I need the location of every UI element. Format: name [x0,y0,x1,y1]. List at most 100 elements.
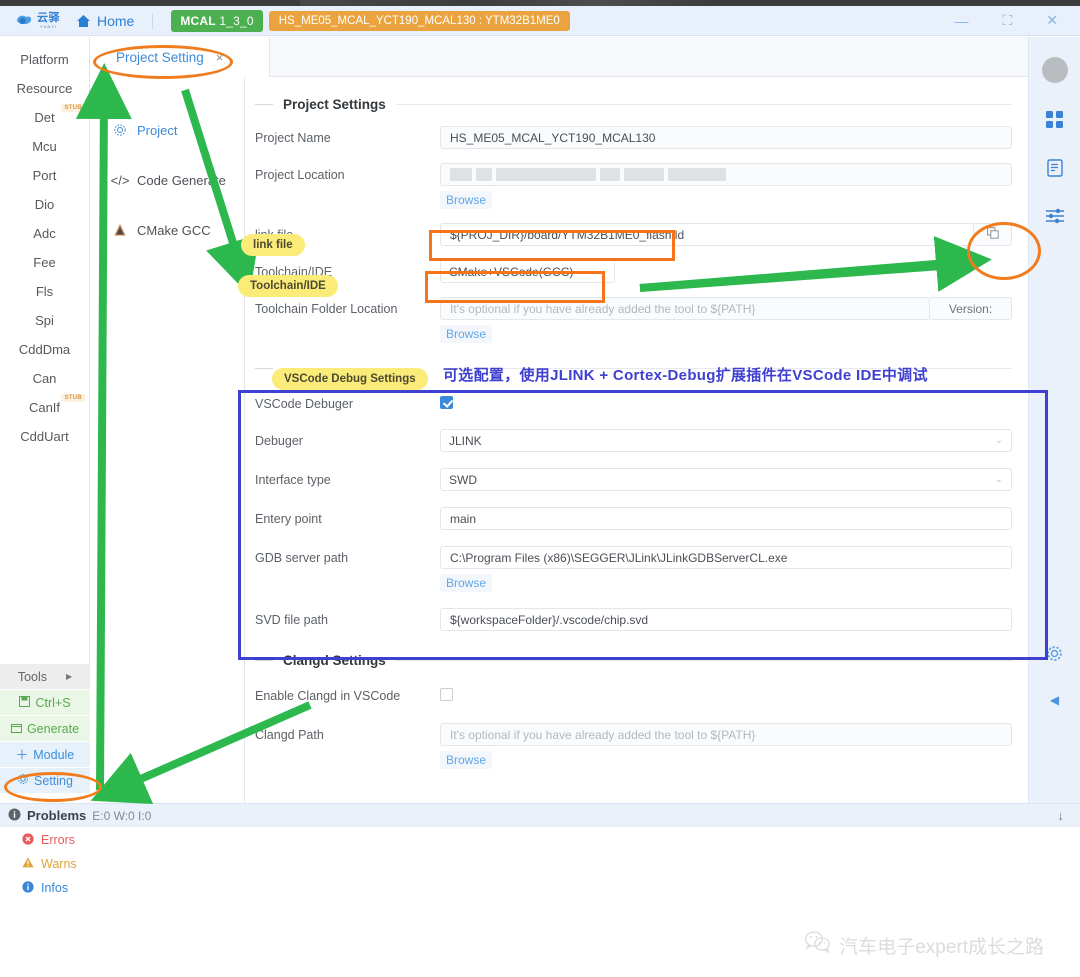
field-label: link file [255,228,294,242]
logo-text-sub: YUNYI [39,23,58,29]
field-label: Enable Clangd in VSCode [255,689,401,703]
debuger-select[interactable]: JLINK ⌄ [440,429,1012,452]
toolchain-ide-select[interactable]: CMake+VSCode(GCC) ⌄ [440,260,615,283]
problems-bar[interactable]: Problems E:0 W:0 I:0 ↓ [0,803,1080,827]
field-label: Toolchain Folder Location [255,302,398,316]
module-label: Port [32,168,57,183]
app-logo[interactable]: 云驿 YUNYI [14,12,60,30]
gdb-server-path-input[interactable]: C:\Program Files (x86)\SEGGER\JLink\JLin… [440,546,1012,569]
logo-text: 云驿 YUNYI [37,12,60,29]
mcal-badge-name: MCAL [180,13,216,28]
setting-label: Setting [34,773,73,788]
gear-icon[interactable] [1046,645,1063,665]
module-item-can[interactable]: Can [0,364,89,393]
module-item-fls[interactable]: Fls [0,277,89,306]
warns-label: Warns [41,857,77,871]
clangd-path-input[interactable]: It's optional if you have already added … [440,723,1012,746]
module-item-port[interactable]: Port [0,161,89,190]
section-dash [255,104,273,105]
save-icon [19,690,31,716]
tab-project-setting[interactable]: Project Setting × [90,37,270,77]
module-item-spi[interactable]: Spi [0,306,89,335]
tools-button[interactable]: Tools ▶ [0,664,90,690]
toolchain-ide-value: CMake+VSCode(GCC) [449,264,574,279]
close-button[interactable]: ✕ [1046,12,1058,29]
stub-badge: STUB [61,104,85,112]
problems-row-errors[interactable]: Errors [0,828,300,852]
module-label: CddDma [18,342,71,357]
field-row-gdb-server-path: GDB server path C:\Program Files (x86)\S… [245,546,1028,592]
right-icon-rail: ◀ [1028,37,1080,803]
field-label: Debuger [255,434,303,448]
add-module-button[interactable]: ＋ Module [0,742,90,768]
save-button[interactable]: Ctrl+S [0,690,90,716]
svd-file-path-input[interactable]: ${workspaceFolder}/.vscode/chip.svd [440,608,1012,631]
module-label: Mcu [32,139,57,154]
section-line [395,104,1012,105]
maximize-button[interactable]: ⛶ [1002,12,1012,29]
collapse-left-icon[interactable]: ◀ [1050,693,1059,707]
section-dash [255,660,273,661]
grid-icon[interactable] [1046,111,1063,131]
document-icon[interactable] [1046,159,1063,180]
project-location-input[interactable] [440,163,1012,186]
left-action-buttons: Tools ▶ Ctrl+S Generate ＋ Module Setting [0,664,90,794]
module-item-cdduart[interactable]: CddUart [0,422,89,451]
module-item-platform[interactable]: Platform [0,45,89,74]
problems-row-warns[interactable]: Warns [0,852,300,876]
gear-icon [112,123,128,137]
gdb-server-path-browse-button[interactable]: Browse [440,574,493,592]
problems-title: Problems [27,808,87,823]
sliders-icon[interactable] [1045,208,1064,227]
mcal-badge-version: 1_3_0 [219,13,254,28]
module-item-adc[interactable]: Adc [0,219,89,248]
tab-label: Project Setting [116,49,204,65]
tree-item-project[interactable]: Project [90,105,244,155]
field-row-toolchain-ide: Toolchain/IDE CMake+VSCode(GCC) ⌄ [245,260,1028,283]
module-item-fee[interactable]: Fee [0,248,89,277]
watermark-text: 汽车电子expert成长之路 [839,936,1044,958]
module-list: Platform Resource Det STUB Mcu Port Dio … [0,37,90,664]
title-bar: 云驿 YUNYI Home MCAL 1_3_0 HS_ME05_MCAL_YC… [0,6,1080,36]
problems-row-infos[interactable]: Infos [0,876,300,900]
wechat-icon [805,931,831,959]
module-item-mcu[interactable]: Mcu [0,132,89,161]
module-item-canif[interactable]: CanIf STUB [0,393,89,422]
gear-icon [17,768,29,794]
field-row-svd-file-path: SVD file path ${workspaceFolder}/.vscode… [245,608,1028,631]
home-button[interactable]: Home [76,13,134,29]
settings-form: Project Settings Project Name HS_ME05_MC… [245,77,1028,803]
module-label: Det [34,110,55,125]
toolchain-folder-browse-button[interactable]: Browse [440,325,493,343]
setting-button[interactable]: Setting [0,768,90,794]
module-item-det[interactable]: Det STUB [0,103,89,132]
vscode-debuger-checkbox[interactable] [440,396,453,409]
interface-type-select[interactable]: SWD ⌄ [440,468,1012,491]
tab-close-icon[interactable]: × [216,50,224,65]
chevron-down-icon: ⌄ [994,474,1003,485]
mcal-version-badge[interactable]: MCAL 1_3_0 [171,9,263,32]
entery-point-input[interactable]: main [440,507,1012,530]
copy-button[interactable] [974,223,1012,246]
module-item-dio[interactable]: Dio [0,190,89,219]
project-location-browse-button[interactable]: Browse [440,191,493,209]
clangd-path-browse-button[interactable]: Browse [440,751,493,769]
avatar[interactable] [1041,57,1068,83]
tree-item-label: Project [137,122,178,138]
tree-item-code-generate[interactable]: </> Code Generate [90,155,244,205]
module-label: Can [32,371,57,386]
project-name-input[interactable]: HS_ME05_MCAL_YCT190_MCAL130 [440,126,1012,149]
generate-button[interactable]: Generate [0,716,90,742]
link-file-input[interactable]: ${PROJ_DIR}/board/YTM32B1ME0_flash.ld [440,223,974,246]
toolchain-folder-input[interactable]: It's optional if you have already added … [440,297,930,320]
collapse-down-icon[interactable]: ↓ [1058,808,1065,823]
minimize-button[interactable]: — [954,13,968,29]
settings-tree: Project </> Code Generate CMake GCC [90,77,245,803]
module-item-resource[interactable]: Resource [0,74,89,103]
stub-badge: STUB [61,394,85,402]
copy-icon [986,227,999,242]
module-item-cdddma[interactable]: CddDma [0,335,89,364]
project-badge[interactable]: HS_ME05_MCAL_YCT190_MCAL130 : YTM32B1ME0 [268,10,570,31]
tree-item-cmake-gcc[interactable]: CMake GCC [90,205,244,255]
enable-clangd-checkbox[interactable] [440,688,453,701]
